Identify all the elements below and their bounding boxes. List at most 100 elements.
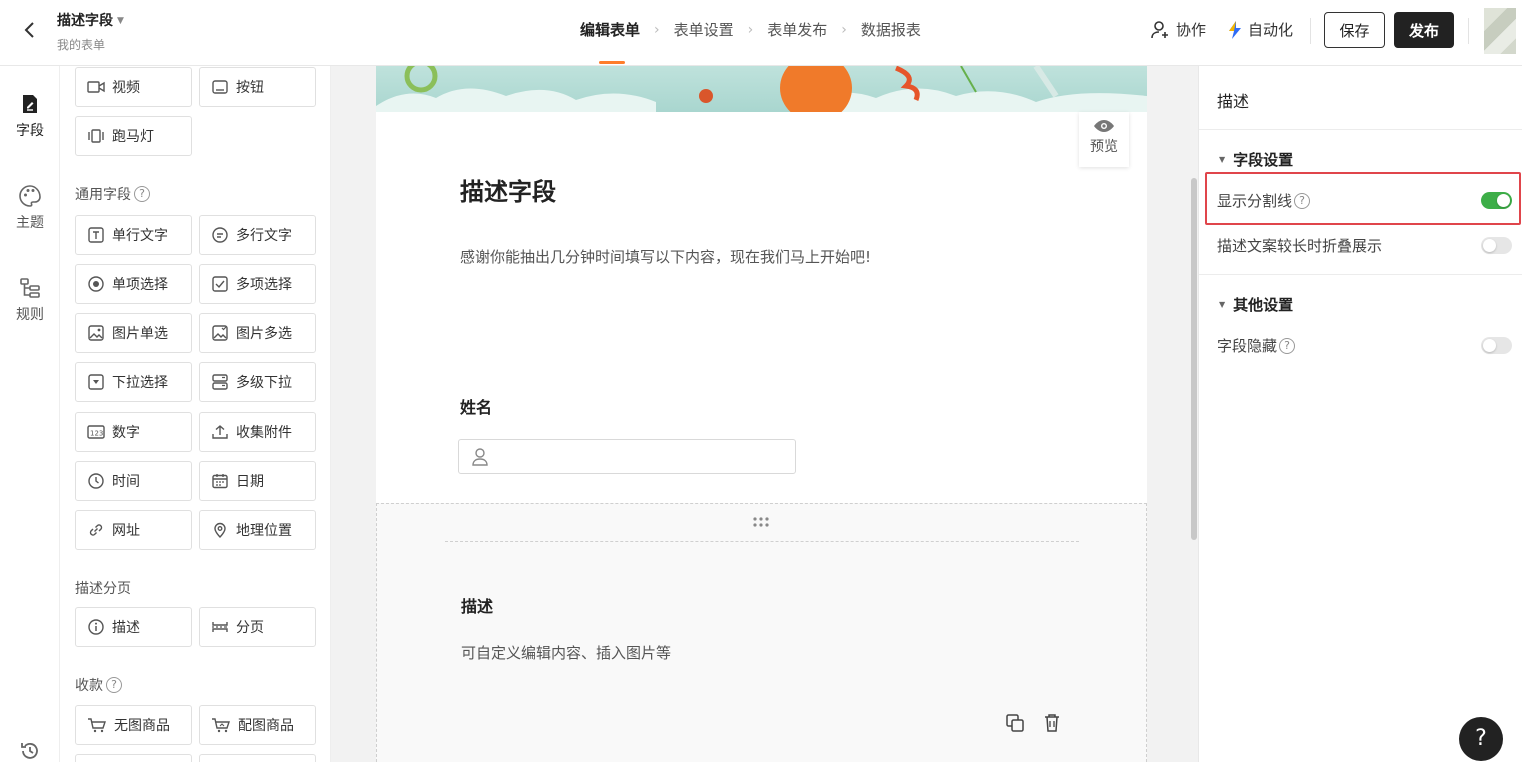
field-product-with-image[interactable]: 配图商品 [199, 705, 316, 745]
field-product-no-image[interactable]: 无图商品 [75, 705, 192, 745]
field-cascade-dropdown[interactable]: 多级下拉 [199, 362, 316, 402]
clock-icon [88, 473, 104, 489]
field-more[interactable] [75, 754, 192, 762]
cascade-icon [212, 374, 228, 390]
section-payment: 收款 ? [75, 675, 122, 695]
step-nav: 编辑表单 › 表单设置 › 表单发布 › 数据报表 [580, 20, 921, 66]
setting-fold-long-description: 描述文案较长时折叠展示 [1217, 235, 1517, 256]
help-question-icon[interactable]: ? [134, 186, 150, 202]
text-icon [88, 227, 104, 243]
form-title[interactable]: 描述字段 [460, 172, 556, 207]
calendar-icon [212, 474, 228, 489]
step-form-settings[interactable]: 表单设置 [674, 20, 734, 66]
chevron-right-icon: › [841, 22, 847, 38]
rules-icon [20, 278, 40, 298]
dropdown-icon [88, 374, 104, 390]
field-image-multi[interactable]: 图片多选 [199, 313, 316, 353]
field-dropdown[interactable]: 下拉选择 [75, 362, 192, 402]
breadcrumb-my-forms[interactable]: 我的表单 [57, 36, 105, 53]
group-field-settings[interactable]: ▼ 字段设置 [1219, 149, 1293, 170]
button-icon [212, 80, 228, 94]
automation-button[interactable]: 自动化 [1226, 19, 1293, 40]
field-url[interactable]: 网址 [75, 510, 192, 550]
step-data-report[interactable]: 数据报表 [861, 20, 921, 66]
info-icon [88, 619, 104, 635]
avatar[interactable] [1484, 8, 1516, 54]
fold-long-toggle[interactable] [1481, 237, 1512, 254]
field-single-line-text[interactable]: 单行文字 [75, 215, 192, 255]
left-rail: 字段 主题 规则 [0, 66, 60, 762]
field-icon [23, 95, 37, 113]
lightning-icon [1229, 20, 1241, 39]
name-field-label[interactable]: 姓名 [460, 394, 492, 418]
group-other-settings[interactable]: ▼ 其他设置 [1219, 294, 1293, 315]
form-name-dropdown[interactable]: 描述字段 ▼ [57, 10, 124, 30]
back-arrow-icon[interactable] [20, 18, 40, 42]
link-icon [89, 524, 103, 536]
field-marquee[interactable]: 跑马灯 [75, 116, 192, 156]
field-multi-line-text[interactable]: 多行文字 [199, 215, 316, 255]
field-time[interactable]: 时间 [75, 461, 192, 501]
rail-item-theme[interactable]: 主题 [0, 184, 60, 232]
help-question-icon[interactable]: ? [106, 677, 122, 693]
chevron-right-icon: › [747, 22, 754, 38]
field-pagination[interactable]: 分页 [199, 607, 316, 647]
publish-button[interactable]: 发布 [1394, 12, 1454, 48]
help-question-icon[interactable]: ? [1279, 337, 1296, 354]
setting-hide-field: 字段隐藏 ? [1217, 335, 1517, 356]
caret-down-icon: ▼ [117, 16, 124, 26]
history-icon [21, 743, 38, 759]
help-button[interactable]: ? [1459, 717, 1503, 761]
trash-icon[interactable] [1043, 713, 1061, 733]
field-attachment[interactable]: 收集附件 [199, 412, 316, 452]
divider-line [445, 541, 1079, 542]
add-user-icon [1151, 20, 1168, 38]
field-video[interactable]: 视频 [75, 67, 192, 107]
rail-item-rules[interactable]: 规则 [0, 276, 60, 324]
field-description[interactable]: 描述 [75, 607, 192, 647]
cart-image-icon [212, 718, 230, 733]
form-description[interactable]: 感谢你能抽出几分钟时间填写以下内容，现在我们马上开始吧! [460, 246, 871, 267]
step-form-publish[interactable]: 表单发布 [767, 20, 827, 66]
field-date[interactable]: 日期 [199, 461, 316, 501]
description-field-block[interactable]: 描述 可自定义编辑内容、插入图片等 [376, 503, 1147, 762]
collaborate-button[interactable]: 协作 [1150, 19, 1206, 40]
drag-handle-icon[interactable] [752, 516, 770, 528]
field-single-choice[interactable]: 单项选择 [75, 264, 192, 304]
name-input[interactable] [458, 439, 796, 474]
radio-icon [88, 276, 104, 292]
rail-item-fields[interactable]: 字段 [0, 92, 60, 140]
description-block-text[interactable]: 可自定义编辑内容、插入图片等 [461, 642, 671, 663]
copy-icon[interactable] [1005, 713, 1025, 733]
field-library-panel: 视频 按钮 跑马灯 通用字段 ? 单行文字 多行文字 单项选择 多项选择 图片单… [61, 66, 331, 762]
eye-icon [1094, 120, 1114, 132]
comment-icon [212, 227, 228, 243]
canvas-scrollbar[interactable] [1191, 178, 1197, 540]
upload-icon [212, 425, 228, 439]
hide-field-toggle[interactable] [1481, 337, 1512, 354]
field-location[interactable]: 地理位置 [199, 510, 316, 550]
section-general-fields: 通用字段 ? [75, 184, 150, 204]
save-button[interactable]: 保存 [1324, 12, 1385, 48]
form-preview: 预览 描述字段 感谢你能抽出几分钟时间填写以下内容，现在我们马上开始吧! 姓名 … [376, 66, 1147, 762]
images-icon [212, 325, 228, 341]
history-button[interactable] [0, 740, 60, 766]
description-block-title[interactable]: 描述 [461, 593, 493, 617]
help-question-icon[interactable]: ? [1294, 192, 1311, 209]
field-number[interactable]: 123 数字 [75, 412, 192, 452]
field-button[interactable]: 按钮 [199, 67, 316, 107]
step-edit-form[interactable]: 编辑表单 [580, 20, 640, 66]
field-image-single[interactable]: 图片单选 [75, 313, 192, 353]
field-more[interactable] [199, 754, 316, 762]
field-multi-choice[interactable]: 多项选择 [199, 264, 316, 304]
preview-button[interactable]: 预览 [1079, 112, 1129, 167]
section-description-pagination: 描述分页 [75, 581, 131, 597]
properties-panel: 描述 ▼ 字段设置 显示分割线 ? 描述文案较长时折叠展示 ▼ 其他设置 字段隐藏 … [1198, 66, 1522, 762]
video-icon [87, 81, 105, 93]
number-icon: 123 [87, 425, 105, 439]
show-divider-toggle[interactable] [1481, 192, 1512, 209]
divider [1199, 129, 1522, 130]
palette-icon [19, 185, 41, 207]
page-break-icon [212, 622, 228, 632]
user-icon [472, 448, 488, 466]
